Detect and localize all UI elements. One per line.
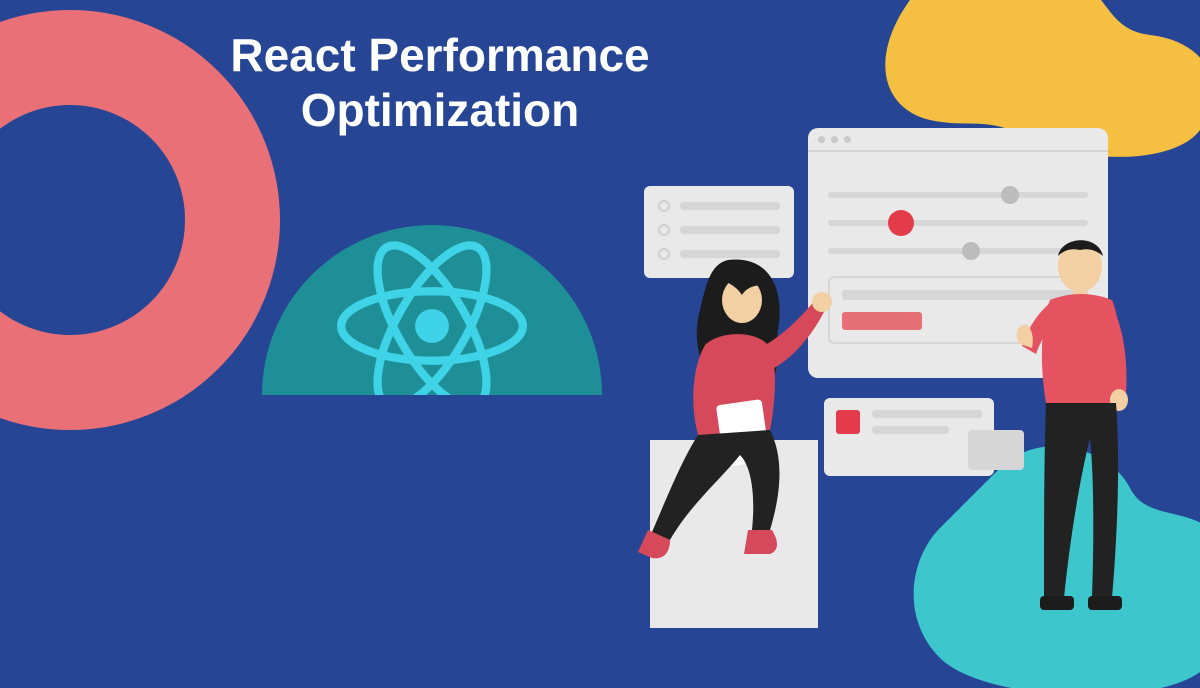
placeholder-bar: [680, 202, 780, 210]
placeholder-bar: [872, 426, 949, 434]
slider-thumb-icon: [962, 242, 980, 260]
slider-thumb-icon: [1001, 186, 1019, 204]
react-badge: [262, 225, 602, 565]
standing-person-illustration: [1000, 228, 1170, 628]
sitting-person-illustration: [620, 230, 850, 570]
list-row: [658, 200, 780, 212]
window-dot-icon: [844, 136, 851, 143]
text-lines: [872, 410, 982, 464]
radio-icon: [658, 200, 670, 212]
browser-titlebar: [808, 128, 1108, 152]
window-dot-icon: [831, 136, 838, 143]
slider-illustration: [828, 192, 1088, 198]
title-line-1: React Performance: [180, 28, 700, 83]
slider-thumb-red-icon: [888, 210, 914, 236]
page-title: React Performance Optimization: [180, 28, 700, 138]
react-logo-icon: [337, 241, 527, 411]
slider-illustration: [828, 220, 1088, 226]
placeholder-bar: [872, 410, 982, 418]
placeholder-bar-red: [842, 312, 922, 330]
title-line-2: Optimization: [180, 83, 700, 138]
window-dot-icon: [818, 136, 825, 143]
